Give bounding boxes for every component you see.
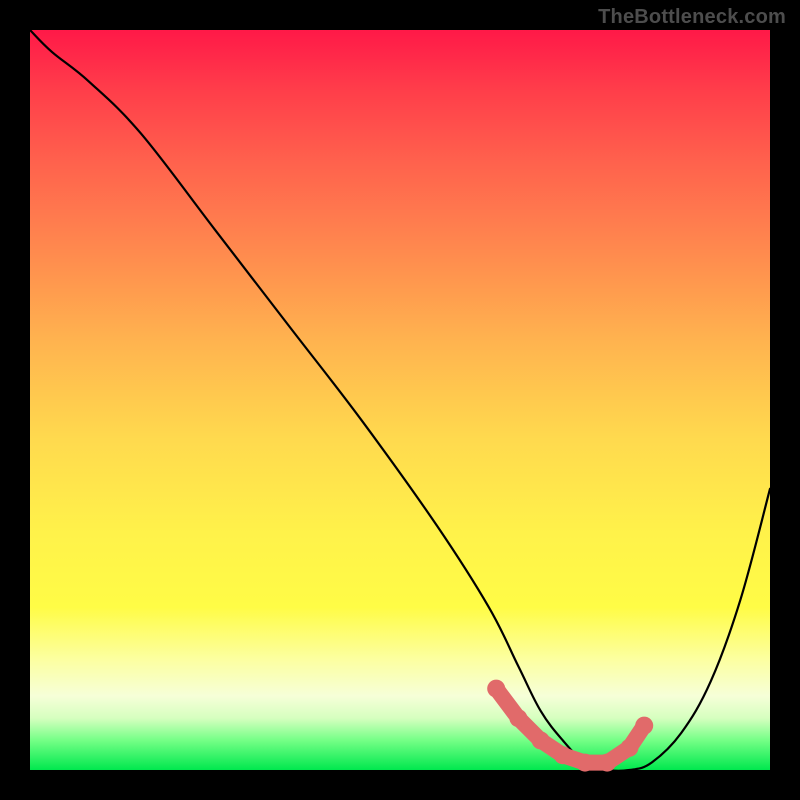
bottleneck-curve bbox=[30, 30, 770, 771]
optimal-marker bbox=[554, 746, 572, 764]
optimal-marker bbox=[620, 739, 638, 757]
plot-area bbox=[30, 30, 770, 770]
optimal-marker bbox=[598, 754, 616, 772]
optimal-marker bbox=[576, 754, 594, 772]
optimal-range-markers bbox=[487, 680, 653, 772]
chart-container: TheBottleneck.com bbox=[0, 0, 800, 800]
optimal-marker bbox=[532, 731, 550, 749]
optimal-marker bbox=[487, 680, 505, 698]
watermark-text: TheBottleneck.com bbox=[598, 6, 786, 29]
chart-overlay-svg bbox=[30, 30, 770, 770]
optimal-marker bbox=[509, 709, 527, 727]
optimal-marker bbox=[635, 717, 653, 735]
